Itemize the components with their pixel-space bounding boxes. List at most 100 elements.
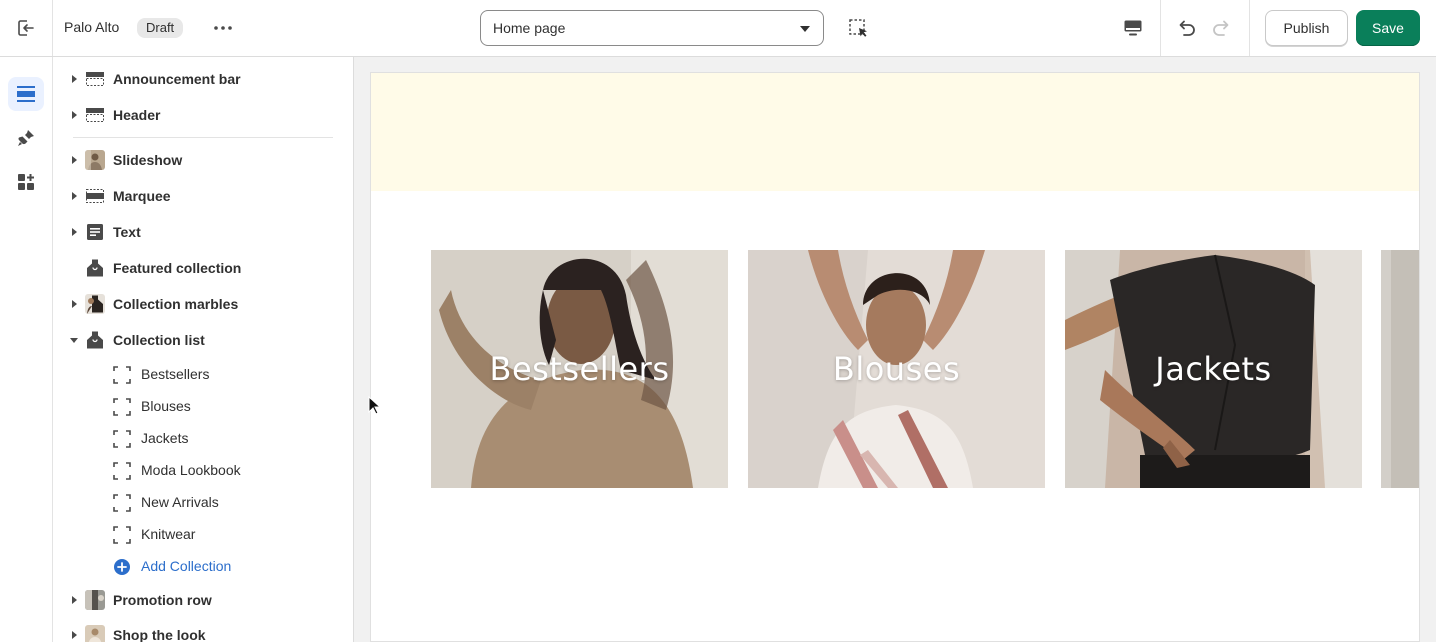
section-slideshow[interactable]: Slideshow	[53, 144, 353, 176]
chevron-right-icon	[72, 300, 77, 308]
collection-image	[1381, 250, 1419, 488]
chevron-right-icon	[72, 75, 77, 83]
section-featured-collection[interactable]: Featured collection	[53, 252, 353, 284]
add-collection-label: Add Collection	[141, 558, 232, 574]
preview-canvas: Bestsellers Blouses Jackets	[354, 57, 1436, 642]
section-text[interactable]: Text	[53, 216, 353, 248]
section-label: Promotion row	[113, 592, 212, 608]
sections-icon	[17, 86, 35, 102]
divider	[1249, 0, 1250, 56]
divider	[73, 137, 333, 138]
block-bestsellers[interactable]: Bestsellers	[53, 358, 353, 390]
block-knitwear[interactable]: Knitwear	[53, 518, 353, 550]
redo-icon	[1213, 20, 1229, 36]
exit-editor-button[interactable]	[0, 0, 53, 56]
section-label: Marquee	[113, 188, 171, 204]
promotion-row-thumbnail-icon	[85, 590, 105, 610]
section-label: Text	[113, 224, 141, 240]
block-blouses[interactable]: Blouses	[53, 390, 353, 422]
desktop-view-button[interactable]	[1118, 14, 1148, 42]
chevron-right-icon	[72, 631, 77, 639]
section-collection-list[interactable]: Collection list	[53, 324, 353, 356]
block-moda-lookbook[interactable]: Moda Lookbook	[53, 454, 353, 486]
page-selector[interactable]: Home page	[480, 10, 824, 46]
inspector-toggle-button[interactable]	[846, 16, 872, 42]
mouse-cursor-icon	[368, 396, 382, 415]
store-preview-frame: Bestsellers Blouses Jackets	[370, 72, 1420, 642]
section-label: Announcement bar	[113, 71, 241, 87]
block-label: Knitwear	[141, 526, 196, 542]
block-dashed-icon	[113, 526, 131, 544]
slideshow-thumbnail-icon	[85, 150, 105, 170]
block-jackets[interactable]: Jackets	[53, 422, 353, 454]
block-new-arrivals[interactable]: New Arrivals	[53, 486, 353, 518]
save-button[interactable]: Save	[1356, 10, 1420, 46]
shop-the-look-thumbnail-icon	[85, 625, 105, 642]
ellipsis-icon	[214, 26, 232, 30]
plus-circle-icon	[114, 559, 130, 575]
chevron-right-icon	[72, 192, 77, 200]
text-block-icon	[87, 224, 103, 240]
section-label: Slideshow	[113, 152, 183, 168]
collection-title: Bestsellers	[489, 350, 670, 388]
publish-button[interactable]: Publish	[1265, 10, 1348, 46]
block-label: Moda Lookbook	[141, 462, 241, 478]
section-announcement-bar[interactable]: Announcement bar	[53, 63, 353, 95]
collection-card[interactable]: Bestsellers	[431, 250, 728, 488]
page-selector-value: Home page	[493, 20, 566, 36]
section-label: Collection marbles	[113, 296, 239, 312]
redo-button[interactable]	[1208, 14, 1236, 42]
chevron-right-icon	[72, 228, 77, 236]
section-layout-icon	[86, 108, 104, 122]
collection-title: Blouses	[832, 350, 961, 388]
store-name: Palo Alto	[64, 19, 120, 35]
block-dashed-icon	[113, 398, 131, 416]
more-actions-button[interactable]	[208, 14, 238, 42]
collection-tag-icon	[87, 331, 103, 349]
block-dashed-icon	[113, 462, 131, 480]
chevron-right-icon	[72, 156, 77, 164]
section-label: Collection list	[113, 332, 205, 348]
block-label: Jackets	[141, 430, 189, 446]
select-cursor-icon	[849, 19, 867, 37]
section-collection-marbles[interactable]: Collection marbles	[53, 288, 353, 320]
add-collection-button[interactable]: Add Collection	[53, 550, 353, 582]
exit-icon	[18, 20, 34, 36]
collection-card[interactable]: Blouses	[748, 250, 1045, 488]
chevron-down-icon	[800, 26, 810, 32]
app-embeds-icon	[18, 174, 34, 190]
section-header[interactable]: Header	[53, 99, 353, 131]
collection-marbles-thumbnail-icon	[85, 294, 105, 314]
left-rail	[0, 57, 53, 642]
divider	[1160, 0, 1161, 56]
collection-card-partial[interactable]	[1381, 250, 1419, 488]
collection-tag-icon	[87, 259, 103, 277]
theme-settings-icon	[18, 130, 34, 146]
section-promotion-row[interactable]: Promotion row	[53, 584, 353, 616]
block-label: New Arrivals	[141, 494, 219, 510]
section-layout-icon	[86, 72, 104, 86]
desktop-icon	[1124, 20, 1142, 36]
section-layout-icon	[86, 189, 104, 203]
section-label: Shop the look	[113, 627, 206, 642]
section-label: Featured collection	[113, 260, 242, 276]
chevron-down-icon	[70, 338, 78, 343]
block-label: Blouses	[141, 398, 191, 414]
announcement-bar-preview[interactable]	[371, 73, 1419, 191]
app-embeds-button[interactable]	[8, 165, 44, 199]
theme-settings-button[interactable]	[8, 121, 44, 155]
sections-button[interactable]	[8, 77, 44, 111]
sections-sidebar: Announcement bar Header Slideshow Marque…	[53, 57, 354, 642]
section-shop-the-look[interactable]: Shop the look	[53, 619, 353, 642]
collection-card[interactable]: Jackets	[1065, 250, 1362, 488]
undo-button[interactable]	[1172, 14, 1200, 42]
top-bar: Palo Alto Draft Home page Publish Save	[0, 0, 1436, 57]
undo-icon	[1179, 20, 1195, 36]
section-label: Header	[113, 107, 161, 123]
block-label: Bestsellers	[141, 366, 210, 382]
block-dashed-icon	[113, 430, 131, 448]
section-marquee[interactable]: Marquee	[53, 180, 353, 212]
status-badge: Draft	[137, 18, 184, 38]
block-dashed-icon	[113, 366, 131, 384]
chevron-right-icon	[72, 111, 77, 119]
